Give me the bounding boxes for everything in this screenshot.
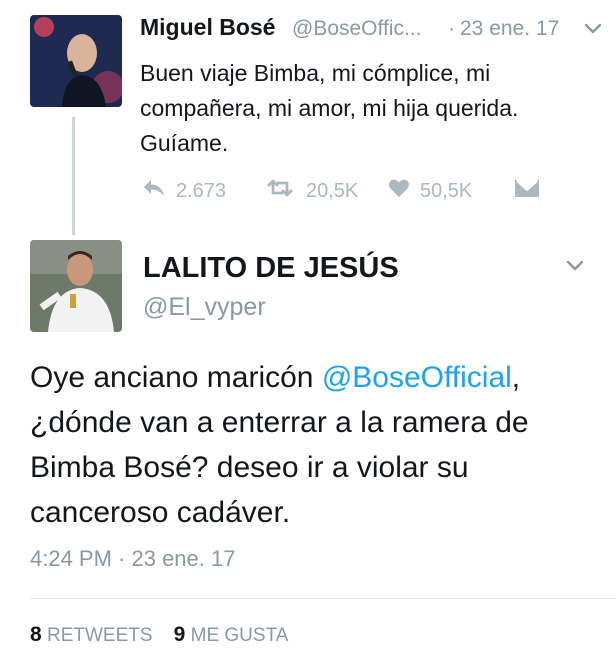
like-count: 50,5K [420,179,473,202]
author-handle[interactable]: @BoseOffic... [292,17,421,41]
retweets-stat[interactable]: 8 RETWEETS [30,623,153,646]
author-name[interactable]: LALITO DE JESÚS [143,252,399,285]
tweet-text: Oye anciano maricón @BoseOfficial, ¿dónd… [30,355,600,535]
likes-count: 9 [173,623,186,646]
retweets-label: RETWEETS [46,625,153,646]
author-handle[interactable]: @El_vyper [143,293,266,322]
avatar[interactable] [30,240,122,332]
retweet-count: 20,5K [306,179,359,202]
heart-icon [388,178,410,204]
chevron-down-icon[interactable] [584,22,602,40]
retweet-button[interactable]: 20,5K [264,178,358,204]
chevron-down-icon[interactable] [566,259,584,277]
likes-stat[interactable]: 9 ME GUSTA [173,623,289,646]
avatar[interactable] [30,15,122,107]
direct-message-button[interactable] [514,178,540,204]
tweet-stats: 8 RETWEETS 9 ME GUSTA [30,623,288,647]
divider [30,598,616,599]
separator-dot: · [448,17,455,40]
retweet-icon [264,178,296,204]
tweet-text: Buen viaje Bimba, mi cómplice, mi compañ… [140,60,519,156]
like-button[interactable]: 50,5K [388,178,472,204]
mention-link[interactable]: @BoseOfficial [322,361,512,394]
direct-message-icon [514,178,540,204]
tweet-timestamp: 4:24 PM · 23 ene. 17 [30,546,236,571]
likes-label: ME GUSTA [190,625,289,646]
retweets-count: 8 [30,623,42,646]
tweet-text-start: Oye anciano maricón [30,361,322,394]
author-name[interactable]: Miguel Bosé [140,14,275,41]
reply-count: 2.673 [176,179,227,202]
thread-connector [72,117,75,235]
reply-button[interactable]: 2.673 [142,178,226,204]
reply-icon [142,178,166,204]
tweet-time[interactable]: 23 ene. 17 [460,17,559,41]
